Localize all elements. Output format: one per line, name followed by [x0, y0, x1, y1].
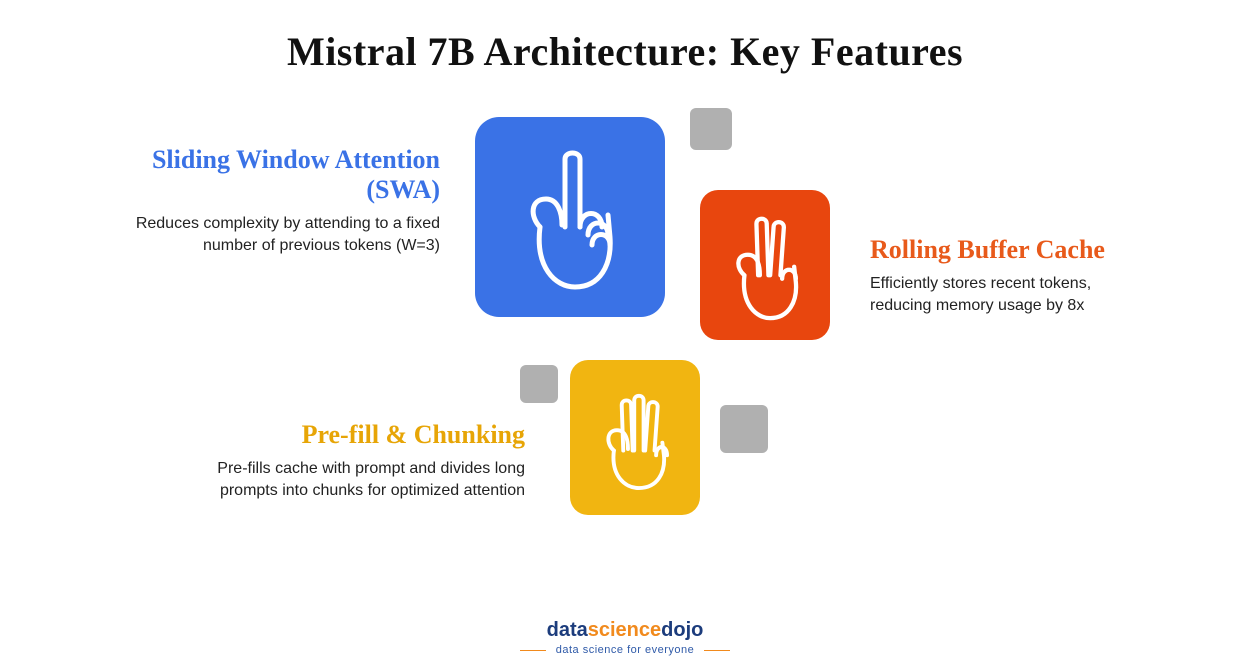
feature-chunking-heading: Pre-fill & Chunking [185, 420, 525, 450]
brand-part2: science [588, 619, 661, 641]
page-title: Mistral 7B Architecture: Key Features [0, 28, 1250, 75]
brand-part3: dojo [661, 619, 703, 641]
brand-tagline-row: data science for everyone [0, 644, 1250, 656]
tile-chunking [570, 360, 700, 515]
feature-swa-heading: Sliding Window Attention (SWA) [120, 145, 440, 205]
branding-footer: datasciencedojo data science for everyon… [0, 619, 1250, 656]
rule-right-icon [704, 650, 730, 651]
hand-three-icon [592, 378, 678, 498]
feature-buffer-desc: Efficiently stores recent tokens, reduci… [870, 273, 1150, 318]
brand-part1: data [547, 619, 588, 641]
hand-two-icon [722, 205, 808, 325]
feature-buffer-heading: Rolling Buffer Cache [870, 235, 1150, 265]
feature-chunking: Pre-fill & Chunking Pre-fills cache with… [185, 420, 525, 503]
diagram-canvas: Mistral 7B Architecture: Key Features Sl… [0, 0, 1250, 672]
tile-buffer [700, 190, 830, 340]
brand-tagline: data science for everyone [556, 644, 694, 656]
feature-swa: Sliding Window Attention (SWA) Reduces c… [120, 145, 440, 258]
hand-one-icon [510, 137, 630, 297]
feature-chunking-desc: Pre-fills cache with prompt and divides … [185, 458, 525, 503]
feature-swa-desc: Reduces complexity by attending to a fix… [120, 213, 440, 258]
brand-logo: datasciencedojo [0, 619, 1250, 642]
decor-square-2 [520, 365, 558, 403]
rule-left-icon [520, 650, 546, 651]
tile-swa [475, 117, 665, 317]
decor-square-3 [720, 405, 768, 453]
feature-buffer: Rolling Buffer Cache Efficiently stores … [870, 235, 1150, 318]
decor-square-1 [690, 108, 732, 150]
